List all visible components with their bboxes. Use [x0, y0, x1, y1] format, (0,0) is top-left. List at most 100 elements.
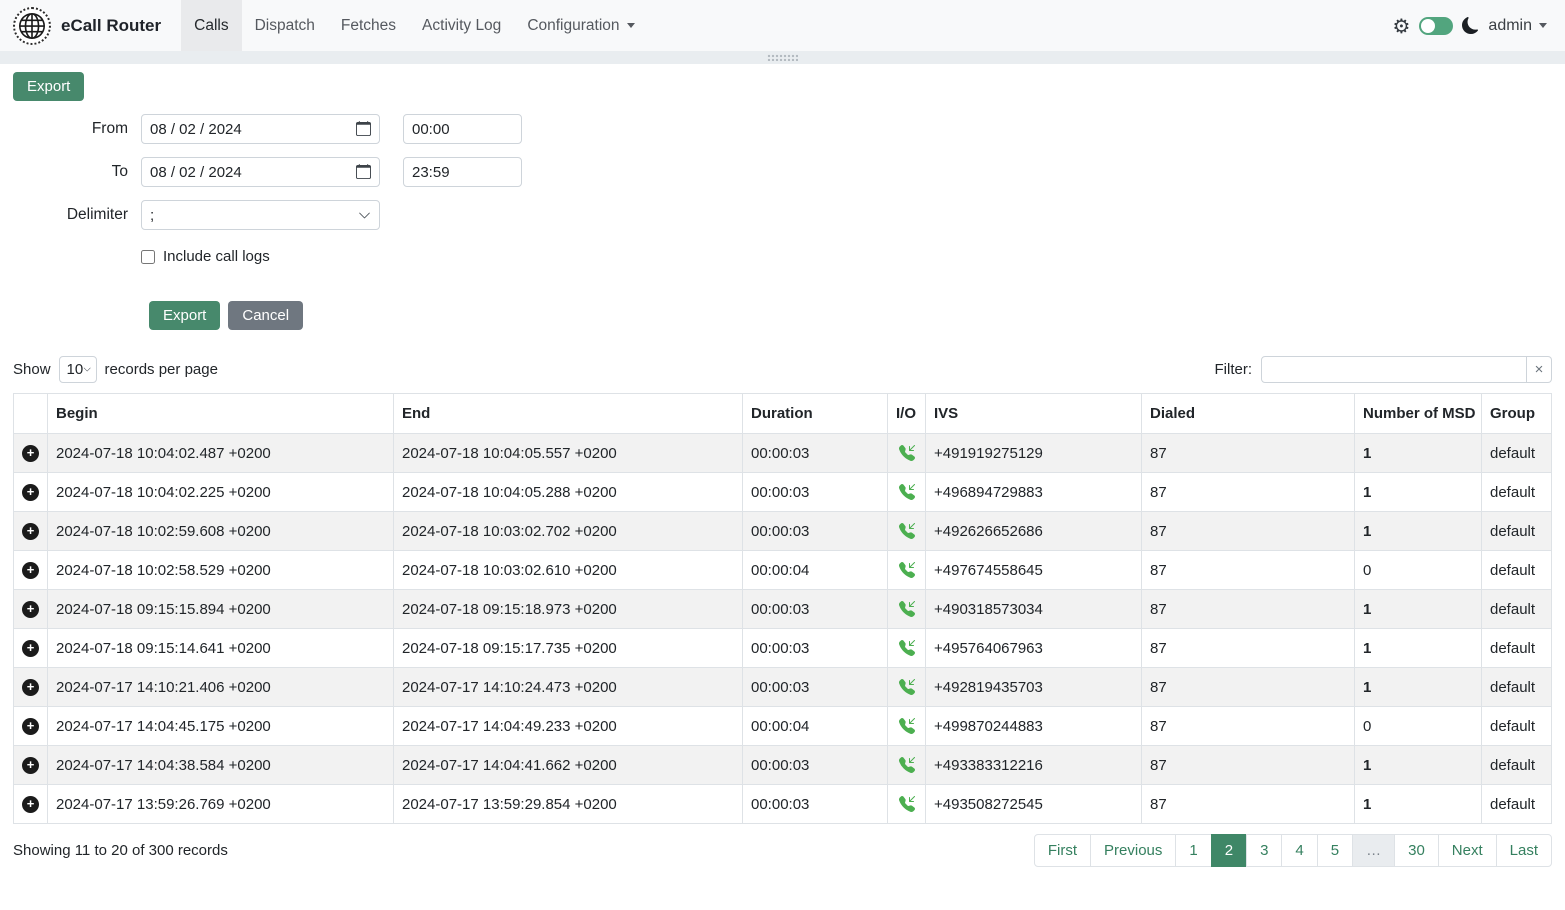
msd-value: 0 — [1363, 562, 1371, 579]
phone-incoming-icon — [899, 679, 915, 695]
delimiter-select[interactable]: ; — [141, 200, 380, 230]
from-row: From — [13, 114, 1552, 144]
cell-end: 2024-07-18 10:03:02.702 +0200 — [394, 512, 743, 551]
cell-duration: 00:00:03 — [743, 434, 888, 473]
export-submit-button[interactable]: Export — [149, 301, 220, 330]
cell-end: 2024-07-17 14:04:49.233 +0200 — [394, 707, 743, 746]
expand-row-button[interactable]: + — [22, 523, 39, 540]
delimiter-label: Delimiter — [13, 206, 128, 224]
pagination-last[interactable]: Last — [1496, 834, 1552, 867]
calendar-icon[interactable] — [356, 121, 371, 136]
export-toggle-button[interactable]: Export — [13, 72, 84, 101]
cell-ivs: +493508272545 — [926, 785, 1142, 824]
app-title: eCall Router — [61, 16, 161, 36]
phone-incoming-icon — [899, 445, 915, 461]
expand-row-button[interactable]: + — [22, 640, 39, 657]
from-date-input[interactable] — [141, 114, 380, 144]
pagination-first[interactable]: First — [1034, 834, 1091, 867]
column-header-begin: Begin — [48, 394, 394, 434]
column-header-dialed: Dialed — [1142, 394, 1355, 434]
msd-value: 1 — [1363, 484, 1371, 501]
cell-group: default — [1482, 707, 1552, 746]
to-time-input[interactable] — [403, 157, 522, 187]
pagination-page-5[interactable]: 5 — [1317, 834, 1353, 867]
include-call-logs[interactable]: Include call logs — [141, 248, 270, 265]
cell-duration: 00:00:03 — [743, 668, 888, 707]
cell-dialed: 87 — [1142, 551, 1355, 590]
nav-item-calls[interactable]: Calls — [181, 0, 241, 51]
cell-end: 2024-07-18 10:04:05.557 +0200 — [394, 434, 743, 473]
expand-row-button[interactable]: + — [22, 679, 39, 696]
theme-toggle[interactable] — [1419, 17, 1453, 35]
gear-icon[interactable]: ⚙ — [1392, 16, 1410, 36]
nav-item-activity-log[interactable]: Activity Log — [409, 0, 514, 51]
records-per-page-label: records per page — [105, 361, 218, 378]
cell-group: default — [1482, 551, 1552, 590]
pagination-page-2[interactable]: 2 — [1211, 834, 1247, 867]
cell-dialed: 87 — [1142, 785, 1355, 824]
msd-value: 1 — [1363, 757, 1371, 774]
pagination-previous[interactable]: Previous — [1090, 834, 1176, 867]
column-header-group: Group — [1482, 394, 1552, 434]
cell-io — [888, 785, 926, 824]
expand-row-button[interactable]: + — [22, 718, 39, 735]
cell-msd: 1 — [1355, 785, 1482, 824]
page-size-select[interactable]: 10 — [59, 356, 97, 383]
cell-ivs: +499870244883 — [926, 707, 1142, 746]
pagination-page-1[interactable]: 1 — [1175, 834, 1211, 867]
cell-msd: 1 — [1355, 590, 1482, 629]
pagination: First Previous 1 2 3 4 5 … 30 Next Last — [1034, 834, 1552, 867]
cell-dialed: 87 — [1142, 668, 1355, 707]
include-call-logs-checkbox[interactable] — [141, 250, 155, 264]
cell-ivs: +492626652686 — [926, 512, 1142, 551]
expand-row-button[interactable]: + — [22, 484, 39, 501]
to-date-wrap — [141, 157, 380, 187]
msd-value: 1 — [1363, 679, 1371, 696]
main-nav: Calls Dispatch Fetches Activity Log Conf… — [181, 0, 647, 51]
export-actions: Export Cancel — [13, 301, 1552, 330]
cell-ivs: +490318573034 — [926, 590, 1142, 629]
from-label: From — [13, 120, 128, 138]
filter-label: Filter: — [1215, 361, 1253, 378]
from-time-input[interactable] — [403, 114, 522, 144]
navbar-right: ⚙ admin — [1392, 0, 1565, 51]
pagination-page-3[interactable]: 3 — [1246, 834, 1282, 867]
filter-input[interactable] — [1261, 356, 1527, 383]
expand-row-button[interactable]: + — [22, 562, 39, 579]
msd-value: 1 — [1363, 445, 1371, 462]
cell-group: default — [1482, 473, 1552, 512]
chevron-down-icon — [358, 209, 371, 222]
cell-dialed: 87 — [1142, 434, 1355, 473]
clear-filter-button[interactable]: × — [1527, 356, 1552, 383]
phone-incoming-icon — [899, 523, 915, 539]
chevron-down-icon — [1539, 23, 1547, 28]
table-row: + 2024-07-18 10:02:59.608 +0200 2024-07-… — [14, 512, 1552, 551]
pagination-page-30[interactable]: 30 — [1394, 834, 1439, 867]
to-date-input[interactable] — [141, 157, 380, 187]
pagination-next[interactable]: Next — [1438, 834, 1497, 867]
pagination-page-4[interactable]: 4 — [1281, 834, 1317, 867]
cell-ivs: +495764067963 — [926, 629, 1142, 668]
cell-group: default — [1482, 512, 1552, 551]
cell-duration: 00:00:03 — [743, 785, 888, 824]
nav-item-fetches[interactable]: Fetches — [328, 0, 409, 51]
expand-row-button[interactable]: + — [22, 601, 39, 618]
cell-ivs: +496894729883 — [926, 473, 1142, 512]
include-call-logs-label: Include call logs — [163, 248, 270, 265]
expand-row-button[interactable]: + — [22, 796, 39, 813]
expand-row-button[interactable]: + — [22, 445, 39, 462]
expand-column-header — [14, 394, 48, 434]
table-row: + 2024-07-17 14:10:21.406 +0200 2024-07-… — [14, 668, 1552, 707]
drag-handle[interactable] — [767, 54, 798, 61]
nav-item-dispatch[interactable]: Dispatch — [242, 0, 328, 51]
nav-item-configuration[interactable]: Configuration — [514, 0, 647, 51]
calendar-icon[interactable] — [356, 164, 371, 179]
phone-incoming-icon — [899, 796, 915, 812]
expand-row-button[interactable]: + — [22, 757, 39, 774]
cell-group: default — [1482, 629, 1552, 668]
cell-end: 2024-07-18 09:15:18.973 +0200 — [394, 590, 743, 629]
cell-msd: 1 — [1355, 473, 1482, 512]
table-row: + 2024-07-18 10:04:02.487 +0200 2024-07-… — [14, 434, 1552, 473]
user-menu[interactable]: admin — [1488, 17, 1547, 35]
cancel-button[interactable]: Cancel — [228, 301, 303, 330]
